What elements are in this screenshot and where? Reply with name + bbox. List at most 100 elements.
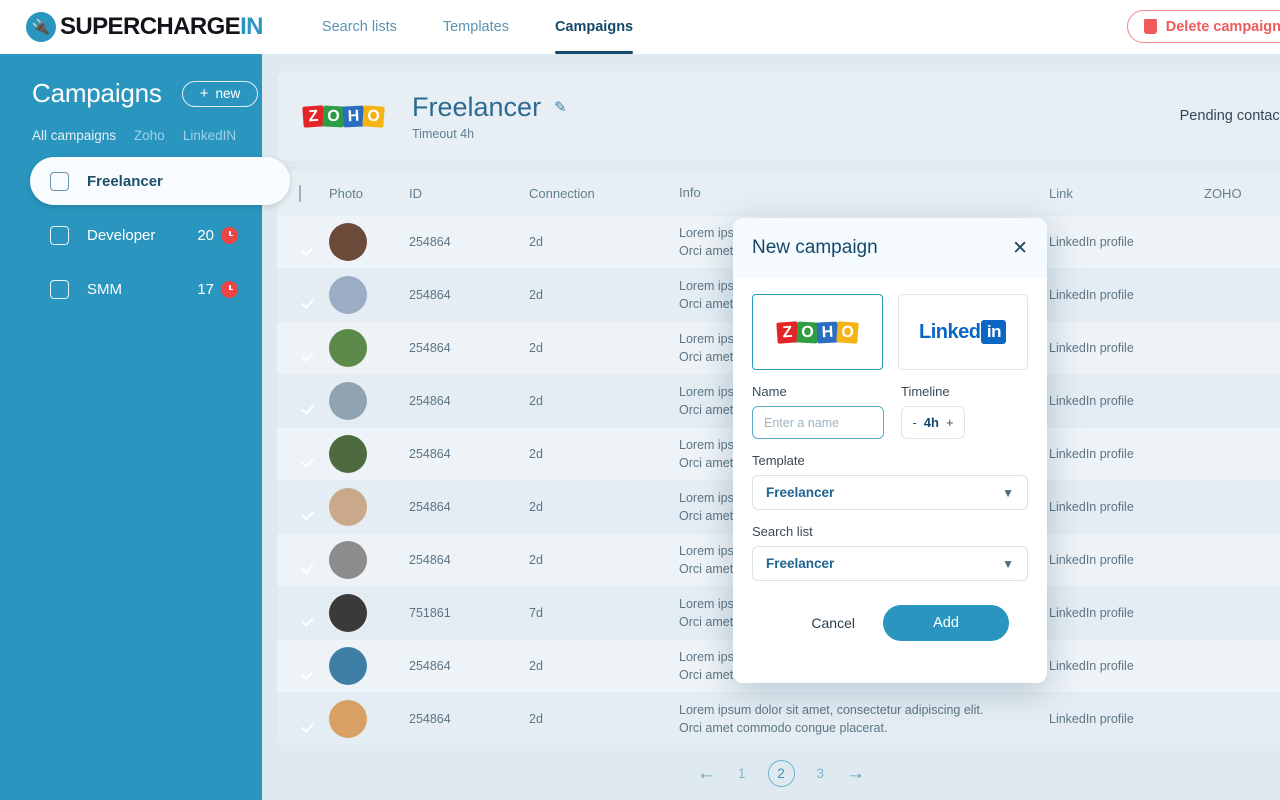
zoho-logo: ZOHO [776,320,859,344]
filter-zoho[interactable]: Zoho [134,128,165,143]
select-all-checkbox[interactable] [299,184,301,202]
avatar [329,223,367,261]
new-campaign-modal: New campaign ✕ ZOHO Linked in Name Enter… [733,218,1047,683]
filter-linkedin[interactable]: LinkedIN [183,128,236,143]
sidebar-campaign-list: Freelancer Developer 20 SMM 17 [0,157,290,313]
logo-text-main: SUPERCHARGE [60,13,241,40]
row-link[interactable]: LinkedIn profile [1049,500,1204,514]
add-button[interactable]: Add [883,605,1009,641]
row-connection: 2d [529,500,543,514]
row-id: 254864 [409,288,451,302]
avatar [329,382,367,420]
plus-icon: + [199,85,209,102]
nav-item-search-lists[interactable]: Search lists [322,0,397,54]
column-zoho: ZOHO [1204,185,1242,201]
sidebar: Campaigns + new All campaigns Zoho Linke… [0,54,290,800]
campaign-checkbox[interactable] [50,279,69,299]
sidebar-item-freelancer[interactable]: Freelancer [30,157,290,205]
page-2-button[interactable]: 2 [767,760,795,787]
timeline-label: Timeline [901,384,950,399]
search-list-select[interactable]: Freelancer ▼ [752,546,1028,581]
modal-header: New campaign ✕ [733,218,1047,278]
close-icon[interactable]: ✕ [1012,239,1028,258]
name-timeline-row: Name Timeline - 4h + [752,370,1028,439]
template-select[interactable]: Freelancer ▼ [752,475,1028,510]
provider-option-zoho[interactable]: ZOHO [752,294,883,370]
chevron-down-icon: ▼ [1002,485,1014,500]
row-connection: 2d [529,659,543,673]
row-id: 254864 [409,659,451,673]
row-connection: 2d [529,447,543,461]
timeline-value: 4h [923,415,939,430]
page-3-button[interactable]: 3 [817,766,825,781]
row-link[interactable]: LinkedIn profile [1049,447,1204,461]
filter-all-campaigns[interactable]: All campaigns [32,128,116,143]
provider-option-linkedin[interactable]: Linked in [897,294,1028,370]
row-link[interactable]: LinkedIn profile [1049,235,1204,249]
page-1-button[interactable]: 1 [738,766,746,781]
next-page-button[interactable]: → [846,763,865,785]
modal-title: New campaign [752,237,878,258]
sidebar-filters: All campaigns Zoho LinkedIN [0,109,262,143]
brand-logo[interactable]: 🔌 SUPERCHARGEIN [26,12,264,42]
row-connection: 2d [529,712,543,726]
row-id: 254864 [409,341,451,355]
edit-icon[interactable]: ✎ [554,98,567,116]
search-list-selected-value: Freelancer [766,556,835,571]
modal-footer: Cancel Add [752,581,1028,641]
provider-selector: ZOHO Linked in [752,294,1028,370]
row-link[interactable]: LinkedIn profile [1049,394,1204,408]
avatar [329,594,367,632]
timeline-decrease-button[interactable]: - [912,415,916,430]
row-photo-cell [329,435,409,473]
avatar [329,329,367,367]
sidebar-item-smm[interactable]: SMM 17 [30,265,262,313]
row-id: 254864 [409,235,451,249]
zoho-logo: ZOHO [302,104,385,128]
row-link[interactable]: LinkedIn profile [1049,288,1204,302]
delete-campaign-button[interactable]: Delete campaign [1126,10,1280,43]
name-input[interactable] [752,406,884,439]
timeline-stepper[interactable]: - 4h + [901,406,965,439]
new-campaign-button[interactable]: + new [181,80,259,107]
template-selected-value: Freelancer [766,485,835,500]
cancel-button[interactable]: Cancel [797,607,869,639]
row-id: 254864 [409,394,451,408]
campaign-name: Developer [87,226,156,244]
row-link[interactable]: LinkedIn profile [1049,606,1204,620]
sidebar-header: Campaigns + new [0,54,262,109]
linkedin-logo: Linked in [919,320,1007,344]
row-photo-cell [329,276,409,314]
avatar [329,276,367,314]
pending-contacts: Pending contacts 2 [1180,108,1280,124]
prev-page-button[interactable]: ← [697,763,716,785]
row-link[interactable]: LinkedIn profile [1049,553,1204,567]
main-nav: Search lists Templates Campaigns [299,0,656,54]
row-connection: 2d [529,553,543,567]
row-link[interactable]: LinkedIn profile [1049,712,1204,726]
campaign-title: Freelancer [412,91,542,122]
trash-icon [1143,19,1157,34]
name-field-group: Name [752,370,884,439]
search-list-label: Search list [752,524,813,539]
row-link[interactable]: LinkedIn profile [1049,341,1204,355]
nav-item-campaigns[interactable]: Campaigns [554,0,634,54]
campaign-checkbox[interactable] [50,225,69,245]
app-root: 🔌 SUPERCHARGEIN Search lists Templates C… [0,0,1280,800]
row-connection: 2d [529,394,543,408]
column-info: Info [679,184,701,200]
row-info-line2: Orci amet commodo congue placerat. [679,721,888,735]
campaign-header-card: ZOHO Freelancer ✎ Timeout 4h Pending con… [276,70,1280,162]
row-info: Lorem ipsum dolor sit amet, consectetur … [679,701,1049,737]
row-link[interactable]: LinkedIn profile [1049,659,1204,673]
sidebar-item-developer[interactable]: Developer 20 [30,211,262,259]
campaign-checkbox[interactable] [50,171,69,191]
row-photo-cell [329,700,409,738]
timeline-increase-button[interactable]: + [946,415,954,430]
row-photo-cell [329,488,409,526]
nav-item-templates[interactable]: Templates [443,0,509,54]
row-photo-cell [329,382,409,420]
row-info-line1: Lorem ipsum dolor sit amet, consectetur … [679,702,984,717]
table-row[interactable]: 254864 2d Lorem ipsum dolor sit amet, cons… [277,692,1280,745]
row-connection: 2d [529,341,543,355]
